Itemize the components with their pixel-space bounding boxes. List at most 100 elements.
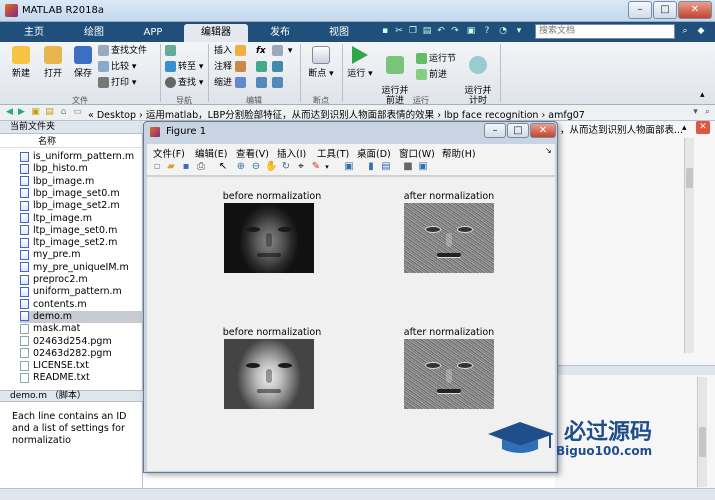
insert-function-button[interactable]: fx bbox=[256, 45, 266, 57]
open-button[interactable]: 打开 bbox=[38, 46, 68, 79]
pan-icon[interactable]: ✋ bbox=[265, 161, 277, 173]
hide-plot-tools-icon[interactable]: ■ bbox=[402, 161, 414, 173]
file-list-item[interactable]: demo.m bbox=[20, 310, 143, 323]
comment-button[interactable]: 注释 bbox=[214, 61, 248, 73]
back-icon[interactable]: ◀ bbox=[4, 107, 15, 118]
find-files-button[interactable]: 查找文件 bbox=[98, 45, 147, 57]
minimize-button[interactable]: – bbox=[628, 1, 652, 19]
tab-publish[interactable]: 发布 bbox=[252, 24, 308, 42]
file-list-item[interactable]: mask.mat bbox=[20, 323, 143, 335]
file-list-item[interactable]: my_pre_uniqueIM.m bbox=[20, 262, 143, 274]
compare-button[interactable]: 比较 ▾ bbox=[98, 61, 136, 73]
collapse-ribbon-icon[interactable]: ▴ bbox=[700, 90, 705, 100]
file-list-item[interactable]: preproc2.m bbox=[20, 274, 143, 286]
close-editor-icon[interactable]: ✕ bbox=[696, 121, 710, 134]
insert-button[interactable]: 插入 bbox=[214, 45, 248, 57]
link-plot-icon[interactable]: ▣ bbox=[343, 161, 355, 173]
browse-folder-icon[interactable]: ▤ bbox=[44, 107, 55, 118]
search-icon[interactable]: ⌕ bbox=[680, 26, 690, 36]
tab-home[interactable]: 主页 bbox=[8, 24, 60, 42]
goto-button[interactable]: 转至 ▾ bbox=[165, 61, 203, 73]
tab-plots[interactable]: 绘图 bbox=[64, 24, 124, 42]
file-list-item[interactable]: ltp_image_set2.m bbox=[20, 237, 143, 249]
brush-dropdown-icon[interactable]: ▾ bbox=[321, 161, 333, 173]
run-button[interactable]: 运行 ▾ bbox=[346, 46, 374, 79]
tab-editor[interactable]: 编辑器 bbox=[184, 24, 248, 42]
new-figure-icon[interactable]: ▫ bbox=[151, 161, 163, 173]
tab-view[interactable]: 视图 bbox=[312, 24, 366, 42]
scroll-thumb[interactable] bbox=[686, 168, 693, 188]
insert-colorbar-icon[interactable]: ▮ bbox=[365, 161, 377, 173]
increase-indent-button[interactable] bbox=[256, 77, 269, 89]
file-list-item[interactable]: lbp_image_set2.m bbox=[20, 200, 143, 212]
current-folder-path[interactable]: « Desktop › 运用matlab，LBP分割脸部特征，从而达到识别人物面… bbox=[88, 107, 585, 121]
forward-icon[interactable]: ▶ bbox=[16, 107, 27, 118]
figure-close-button[interactable]: ✕ bbox=[530, 123, 556, 138]
file-list-item[interactable]: my_pre.m bbox=[20, 249, 143, 261]
figure-minimize-button[interactable]: – bbox=[484, 123, 506, 138]
copy-quick-icon[interactable]: ❐ bbox=[408, 26, 418, 36]
file-list-item[interactable]: lbp_histo.m bbox=[20, 163, 143, 175]
command-scrollbar[interactable] bbox=[697, 377, 707, 487]
print-button[interactable]: 打印 ▾ bbox=[98, 77, 136, 89]
community-icon[interactable]: ◔ bbox=[498, 26, 508, 36]
file-list-item[interactable]: 02463d254.pgm bbox=[20, 336, 143, 348]
zoom-out-icon[interactable]: ⊖ bbox=[250, 161, 262, 173]
insert-legend-icon[interactable]: ▤ bbox=[380, 161, 392, 173]
redo-quick-icon[interactable]: ↷ bbox=[450, 26, 460, 36]
search-documentation-input[interactable]: 搜索文档 bbox=[535, 24, 675, 39]
file-list-item[interactable]: LICENSE.txt bbox=[20, 360, 143, 372]
advance-button[interactable]: 前进 bbox=[416, 69, 447, 81]
show-plot-tools-icon[interactable]: ▣ bbox=[417, 161, 429, 173]
search-folder-icon[interactable]: ⌕ bbox=[702, 107, 713, 118]
name-column-header[interactable]: 名称 bbox=[0, 136, 143, 148]
drive-icon[interactable]: ▭ bbox=[72, 107, 83, 118]
undo-quick-icon[interactable]: ↶ bbox=[436, 26, 446, 36]
uncomment-button[interactable] bbox=[256, 61, 269, 73]
save-quick-icon[interactable]: ▪ bbox=[380, 26, 390, 36]
save-figure-icon[interactable]: ▪ bbox=[180, 161, 192, 173]
insert-section-button[interactable]: ▾ bbox=[272, 45, 292, 57]
data-cursor-icon[interactable]: ⌖ bbox=[295, 161, 307, 173]
close-button[interactable]: ✕ bbox=[678, 1, 712, 19]
indent-button[interactable]: 缩进 bbox=[214, 77, 248, 89]
figure-maximize-button[interactable]: □ bbox=[507, 123, 529, 138]
folder-up-icon[interactable]: ▣ bbox=[30, 107, 41, 118]
editor-window-controls[interactable]: ▴ ✕ bbox=[678, 121, 715, 135]
cut-quick-icon[interactable]: ✂ bbox=[394, 26, 404, 36]
switch-windows-icon[interactable]: ▣ bbox=[466, 26, 476, 36]
path-dropdown-icon[interactable]: ▾ bbox=[690, 107, 701, 118]
edit-plot-icon[interactable]: ↖ bbox=[217, 161, 229, 173]
editor-scrollbar[interactable] bbox=[684, 138, 694, 353]
paste-quick-icon[interactable]: ▤ bbox=[422, 26, 432, 36]
file-list-item[interactable]: uniform_pattern.m bbox=[20, 286, 143, 298]
print-figure-icon[interactable]: ⎙ bbox=[195, 161, 207, 173]
zoom-in-icon[interactable]: ⊕ bbox=[235, 161, 247, 173]
tab-apps[interactable]: APP bbox=[128, 24, 178, 42]
find-button[interactable]: 查找 ▾ bbox=[165, 77, 203, 89]
open-file-icon[interactable]: ▰ bbox=[165, 161, 177, 173]
maximize-button[interactable]: □ bbox=[653, 1, 677, 19]
file-list-item[interactable]: lbp_image_set0.m bbox=[20, 188, 143, 200]
file-list-item[interactable]: is_uniform_pattern.m bbox=[20, 151, 143, 163]
save-button[interactable]: 保存 bbox=[68, 46, 98, 79]
new-button[interactable]: 新建 bbox=[6, 46, 36, 79]
undock-icon[interactable]: ▴ bbox=[682, 123, 687, 133]
decrease-indent-button[interactable] bbox=[272, 77, 285, 89]
file-list-item[interactable]: ltp_image_set0.m bbox=[20, 225, 143, 237]
file-list-item[interactable]: ltp_image.m bbox=[20, 213, 143, 225]
nav-back-button[interactable] bbox=[165, 45, 178, 57]
file-list-item[interactable]: contents.m bbox=[20, 299, 143, 311]
command-scroll-thumb[interactable] bbox=[699, 427, 706, 457]
file-list-item[interactable]: lbp_image.m bbox=[20, 176, 143, 188]
rotate-3d-icon[interactable]: ↻ bbox=[280, 161, 292, 173]
figure-menu-dock-icon[interactable]: ↘ bbox=[545, 146, 552, 155]
notifications-icon[interactable]: ◆ bbox=[696, 26, 706, 36]
root-icon[interactable]: ⌂ bbox=[58, 107, 69, 118]
run-section-button[interactable]: 运行节 bbox=[416, 53, 456, 65]
breakpoints-button[interactable]: 断点 ▾ bbox=[306, 46, 336, 79]
help-quick-icon[interactable]: ? bbox=[482, 26, 492, 36]
quick-dropdown-icon[interactable]: ▾ bbox=[514, 26, 524, 36]
wrap-comments-button[interactable] bbox=[272, 61, 285, 73]
file-list-item[interactable]: 02463d282.pgm bbox=[20, 348, 143, 360]
